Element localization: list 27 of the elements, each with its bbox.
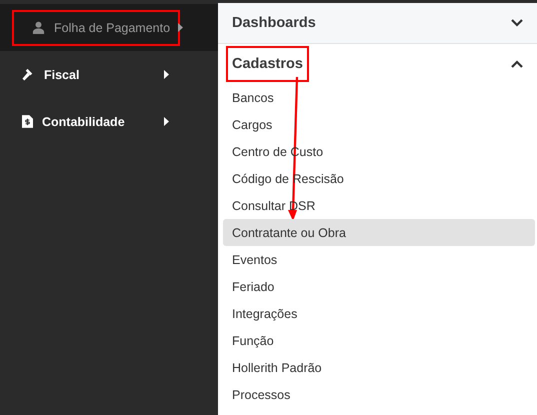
caret-right-icon	[178, 23, 183, 32]
sidebar-item-label: Contabilidade	[42, 114, 126, 128]
sidebar-item-label: Fiscal	[44, 68, 80, 82]
caret-right-icon	[164, 70, 169, 79]
menu-item[interactable]: Integrações	[223, 300, 535, 327]
menu-item[interactable]: Eventos	[223, 246, 535, 273]
menu-item[interactable]: Feriado	[223, 273, 535, 300]
menu-item[interactable]: Bancos	[223, 84, 535, 111]
section-header[interactable]: Dashboards	[218, 3, 537, 44]
sidebar-item[interactable]: Fiscal	[0, 51, 218, 98]
sidebar-item[interactable]: Folha de Pagamento	[0, 4, 218, 51]
section-title: Cadastros	[228, 48, 307, 80]
menu-item[interactable]: Contratante ou Obra	[223, 219, 535, 246]
caret-right-icon	[164, 117, 169, 126]
menu-item[interactable]: Hollerith Padrão	[223, 354, 535, 381]
menu-item[interactable]: Função	[223, 327, 535, 354]
menu-item[interactable]: Processos	[223, 381, 535, 408]
section-title: Dashboards	[231, 14, 317, 33]
sidebar-item-label: Folha de Pagamento	[54, 20, 172, 34]
document-dollar-icon	[22, 115, 33, 128]
menu-item[interactable]: Cargos	[223, 111, 535, 138]
gavel-icon	[22, 68, 35, 81]
sidebar-item[interactable]: Contabilidade	[0, 98, 218, 145]
section-header[interactable]: Cadastros	[218, 44, 537, 84]
person-icon	[32, 21, 45, 34]
chevron-down-icon	[511, 19, 523, 27]
chevron-up-icon	[511, 60, 523, 68]
